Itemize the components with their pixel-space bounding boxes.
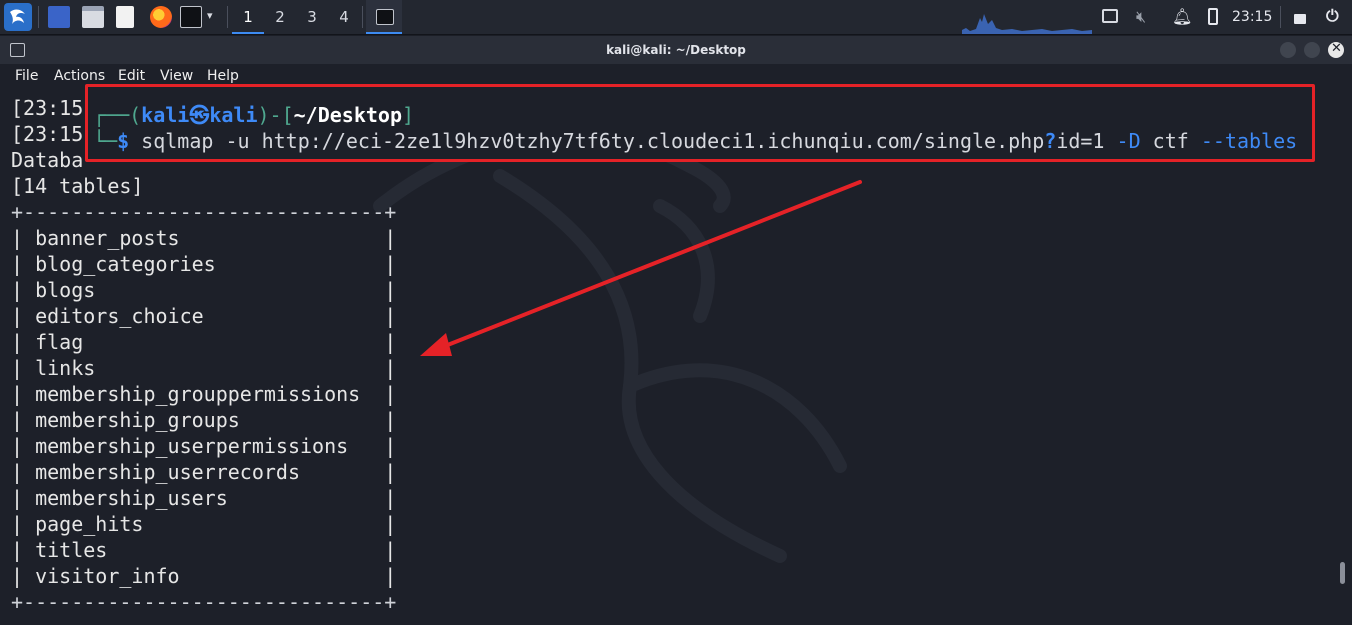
annotation-arrow xyxy=(420,180,862,356)
scrollbar[interactable] xyxy=(1340,562,1345,584)
